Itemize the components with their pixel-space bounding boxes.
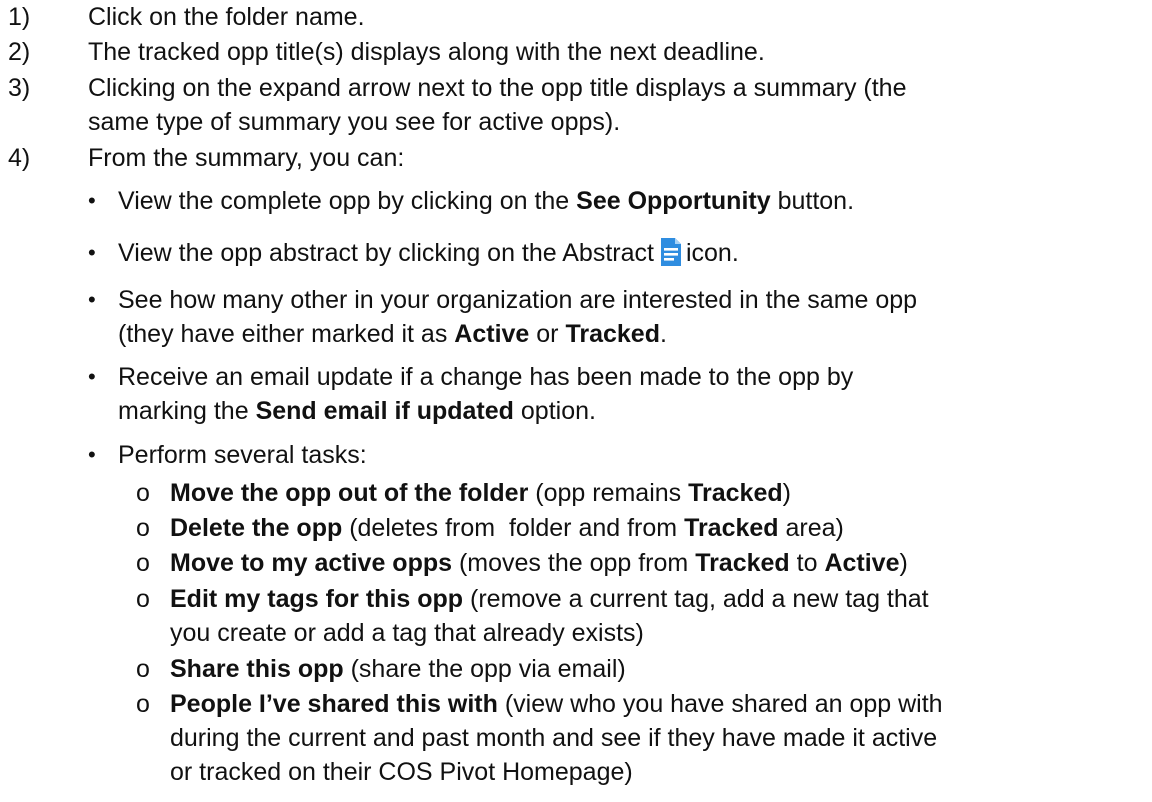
step-number: 3)	[8, 74, 31, 102]
bullet-text-line: See how many other in your organization …	[118, 286, 918, 314]
task-edit-tags: o Edit my tags for this opp (remove a cu…	[0, 582, 1152, 650]
step-number: 1)	[8, 3, 31, 31]
bullet-see-opportunity: • View the complete opp by clicking on t…	[0, 184, 1152, 218]
bullet-marker: •	[88, 287, 96, 312]
bullet-text: .	[659, 320, 667, 348]
task-text: (remove a current tag, add a new tag tha…	[463, 585, 929, 613]
task-move-out: o Move the opp out of the folder (opp re…	[0, 476, 1152, 510]
bullet-text: icon.	[685, 239, 739, 267]
step-text: Click on the folder name.	[88, 3, 365, 31]
bullet-abstract: • View the opp abstract by clicking on t…	[0, 236, 1152, 270]
bullet-text: or	[529, 320, 566, 348]
bullet-text-line: Receive an email update if a change has …	[118, 363, 854, 391]
bullet-text: Perform several tasks:	[118, 441, 367, 469]
task-share: o Share this opp (share the opp via emai…	[0, 652, 1152, 686]
bullet-text: option.	[513, 397, 596, 425]
bullet-text-line: (they have either marked it as Active or…	[118, 317, 1152, 351]
step-number: 2)	[8, 38, 31, 66]
tracked-label: Tracked	[684, 514, 779, 542]
step-number: 4)	[8, 144, 31, 172]
sub-bullet-marker: o	[136, 690, 150, 718]
task-text: )	[899, 549, 908, 577]
bullet-text: View the complete opp by clicking on the	[118, 187, 577, 215]
tracked-label: Tracked	[565, 320, 660, 348]
task-delete: o Delete the opp (deletes from folder an…	[0, 511, 1152, 545]
task-title: Move to my active opps	[170, 549, 453, 577]
task-text: (share the opp via email)	[343, 655, 626, 683]
task-title: People I’ve shared this with	[170, 690, 498, 718]
sub-bullet-marker: o	[136, 549, 150, 577]
task-title: Edit my tags for this opp	[170, 585, 464, 613]
task-text-line: Edit my tags for this opp (remove a curr…	[170, 582, 1152, 616]
task-text: )	[782, 479, 791, 507]
task-text-line: you create or add a tag that already exi…	[170, 619, 644, 647]
see-opportunity-label: See Opportunity	[576, 187, 771, 215]
bullet-text-line: marking the Send email if updated option…	[118, 394, 1152, 428]
bullet-email-update: • Receive an email update if a change ha…	[0, 360, 1152, 428]
task-text: (deletes from folder and from	[342, 514, 685, 542]
bullet-text: marking the	[118, 397, 256, 425]
task-people-shared: o People I’ve shared this with (view who…	[0, 687, 1152, 789]
task-text-line: People I’ve shared this with (view who y…	[170, 687, 1152, 721]
task-title: Share this opp	[170, 655, 344, 683]
tracked-label: Tracked	[688, 479, 783, 507]
bullet-marker: •	[88, 240, 96, 265]
sub-bullet-marker: o	[136, 655, 150, 683]
bullet-interest: • See how many other in your organizatio…	[0, 283, 1152, 351]
step-text-line: same type of summary you see for active …	[88, 108, 621, 136]
bullet-text: View the opp abstract by clicking on the…	[118, 239, 654, 267]
step-text: The tracked opp title(s) displays along …	[88, 38, 765, 66]
task-text-line: during the current and past month and se…	[170, 724, 938, 752]
task-title: Move the opp out of the folder	[170, 479, 529, 507]
bullet-marker: •	[88, 364, 96, 389]
step-text: From the summary, you can:	[88, 144, 405, 172]
step-4: 4) From the summary, you can:	[0, 141, 1148, 175]
task-text: area)	[778, 514, 844, 542]
bullet-marker: •	[88, 442, 96, 467]
tracked-label: Tracked	[695, 549, 790, 577]
sub-bullet-marker: o	[136, 479, 150, 507]
step-2: 2) The tracked opp title(s) displays alo…	[0, 35, 1148, 69]
task-move-active: o Move to my active opps (moves the opp …	[0, 546, 1152, 580]
bullet-text: (they have either marked it as	[118, 320, 455, 348]
document-icon	[660, 238, 681, 266]
bullet-marker: •	[88, 188, 96, 213]
active-label: Active	[824, 549, 900, 577]
task-text: (moves the opp from	[452, 549, 696, 577]
step-3: 3) Clicking on the expand arrow next to …	[0, 71, 1148, 139]
bullet-text: button.	[770, 187, 855, 215]
send-email-label: Send email if updated	[255, 397, 514, 425]
sub-bullet-marker: o	[136, 514, 150, 542]
active-label: Active	[454, 320, 530, 348]
task-text-line: or tracked on their COS Pivot Homepage)	[170, 758, 633, 786]
bullet-tasks: • Perform several tasks:	[0, 438, 1152, 472]
sub-bullet-marker: o	[136, 585, 150, 613]
step-text-line: Clicking on the expand arrow next to the…	[88, 74, 907, 102]
task-text: (opp remains	[528, 479, 689, 507]
step-1: 1) Click on the folder name.	[0, 0, 1148, 34]
task-text: to	[789, 549, 825, 577]
task-title: Delete the opp	[170, 514, 343, 542]
task-text: (view who you have shared an opp with	[497, 690, 943, 718]
